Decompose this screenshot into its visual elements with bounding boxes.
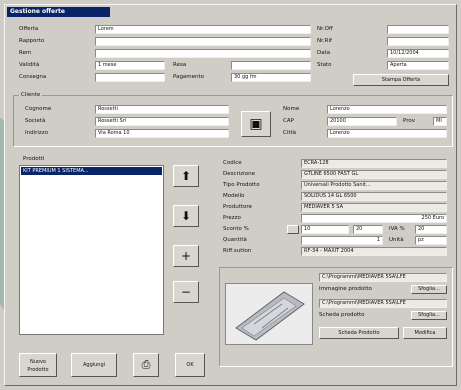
label-tipo-prodotto: Tipo Prodotto xyxy=(223,182,260,188)
nuovo-prodotto-button[interactable]: Nuovo Prodotto xyxy=(19,353,57,377)
cliente-legend: Cliente xyxy=(19,91,43,100)
cap-field[interactable]: 20100 xyxy=(327,117,397,126)
label-rapporto: Rapporto xyxy=(19,38,45,44)
plus-icon: + xyxy=(180,249,192,263)
label-unita: Unità xyxy=(389,237,404,243)
label-offerta: Offerta xyxy=(19,26,39,32)
sconto-a-field[interactable]: 10 xyxy=(301,225,349,234)
arrow-down-icon: ⬇ xyxy=(180,209,192,223)
remove-product-button[interactable]: − xyxy=(173,281,199,303)
label-cognome: Cognome xyxy=(25,106,52,112)
nome-field[interactable]: Lorenzo xyxy=(327,105,447,114)
minus-icon: − xyxy=(180,285,192,299)
label-prov: Prov xyxy=(403,118,415,124)
quantita-field[interactable]: 1 xyxy=(301,236,383,245)
cognome-field[interactable]: Rossetti xyxy=(95,105,229,114)
produttore-field[interactable]: MEDIAVER 5 SA xyxy=(301,203,447,212)
sconto-toggle-button[interactable] xyxy=(287,225,299,234)
rapporto-field[interactable] xyxy=(95,37,311,46)
label-scheda-prodotto: Scheda prodotto xyxy=(319,312,365,318)
product-image xyxy=(225,283,313,345)
sfoglia-scheda-button[interactable]: Sfoglia... xyxy=(411,311,447,320)
resa-field[interactable] xyxy=(231,61,311,70)
nr-off-field[interactable] xyxy=(387,25,449,34)
ok-button[interactable]: OK xyxy=(175,353,205,377)
image-path-field[interactable]: C:\Programmi\MEDIAVER 5SA\LFE xyxy=(319,273,447,282)
window-title: Gestione offerte xyxy=(7,7,110,17)
floppy-icon: ▣ xyxy=(249,116,263,132)
move-down-button[interactable]: ⬇ xyxy=(173,205,199,227)
label-modello: Modello xyxy=(223,193,245,199)
label-cap: CAP xyxy=(283,118,294,124)
rem-field[interactable] xyxy=(95,49,311,58)
label-societa: Società xyxy=(25,118,46,124)
move-up-button[interactable]: ⬆ xyxy=(173,165,199,187)
offerta-field[interactable]: Lorem xyxy=(95,25,311,34)
print-button[interactable]: ⎙ xyxy=(133,353,159,377)
societa-field[interactable]: Rossetti Srl xyxy=(95,117,229,126)
pagamento-field[interactable]: 30 gg fm xyxy=(231,73,311,82)
nr-rif-field[interactable] xyxy=(387,37,449,46)
label-quantita: Quantità xyxy=(223,237,247,243)
arrow-up-icon: ⬆ xyxy=(180,169,192,183)
consegna-field[interactable] xyxy=(95,73,165,82)
label-produttore: Produttore xyxy=(223,204,252,210)
tipo-prodotto-field[interactable]: Universali Prodotto Sanit... xyxy=(301,181,447,190)
modello-field[interactable]: SOLIDUS 14 GL 6500 xyxy=(301,192,447,201)
modifica-button[interactable]: Modifica xyxy=(403,327,447,339)
label-citta: Città xyxy=(283,130,297,136)
prodotti-legend: Prodotti xyxy=(23,156,45,162)
label-rem: Rem xyxy=(19,50,32,56)
stato-field[interactable]: Aperta xyxy=(387,61,449,70)
stampa-offerta-button[interactable]: Stampa Offerta xyxy=(353,74,449,86)
unita-field[interactable]: pz xyxy=(415,236,447,245)
label-nome: Nome xyxy=(283,106,300,112)
save-client-button[interactable]: ▣ xyxy=(241,111,271,137)
label-codice: Codice xyxy=(223,160,242,166)
sconto-b-field[interactable]: 20 xyxy=(353,225,383,234)
label-pagamento: Pagamento xyxy=(173,74,205,80)
label-nr-rif: Nr.Rif xyxy=(317,38,332,44)
scheda-path-field[interactable]: C:\Programmi\MEDIAVER 5SA\LFE xyxy=(319,299,447,308)
label-resa: Resa xyxy=(173,62,187,68)
label-descrizione: Descrizione xyxy=(223,171,255,177)
iva-field[interactable]: 20 xyxy=(415,225,447,234)
codice-field[interactable]: ECRA-128 xyxy=(301,159,447,168)
label-nr-off: Nr.Off xyxy=(317,26,333,32)
sfoglia-image-button[interactable]: Sfoglia... xyxy=(411,285,447,294)
citta-field[interactable]: Lorenzo xyxy=(327,129,447,138)
list-item[interactable]: KIT PREMIUM 1 SISTEMA... xyxy=(21,167,162,175)
label-indirizzo: Indirizzo xyxy=(25,130,49,136)
prov-field[interactable]: MI xyxy=(433,117,447,126)
products-list[interactable]: KIT PREMIUM 1 SISTEMA... xyxy=(19,165,164,335)
descrizione-field[interactable]: GTLINE 6500 FAST GL xyxy=(301,170,447,179)
riff-sutton-field[interactable]: RF-34 - MAXIT 2004 xyxy=(301,247,447,256)
scheda-prodotto-button[interactable]: Scheda Prodotto xyxy=(319,327,399,339)
label-iva: IVA % xyxy=(389,226,405,232)
label-validita: Validità xyxy=(19,62,40,68)
label-riff-sutton: Riff.sutton xyxy=(223,248,252,254)
printer-icon: ⎙ xyxy=(141,358,151,371)
validita-field[interactable]: 1 mese xyxy=(95,61,165,70)
indirizzo-field[interactable]: Via Roma 10 xyxy=(95,129,229,138)
prezzo-field[interactable]: 250 Euro xyxy=(301,214,447,223)
label-stato: Stato xyxy=(317,62,332,68)
data-field[interactable]: 10/12/2004 xyxy=(387,49,449,58)
tray-image xyxy=(226,284,312,344)
label-prezzo: Prezzo xyxy=(223,215,241,221)
offer-window: Gestione offerte Offerta Rapporto Rem Va… xyxy=(4,4,457,386)
label-sconto: Sconto % xyxy=(223,226,249,232)
label-consegna: Consegna xyxy=(19,74,47,80)
label-immagine-prodotto: Immagine prodotto xyxy=(319,286,372,292)
add-product-button[interactable]: + xyxy=(173,245,199,267)
aggiungi-button[interactable]: Aggiungi xyxy=(71,353,117,377)
label-data: Data xyxy=(317,50,331,56)
